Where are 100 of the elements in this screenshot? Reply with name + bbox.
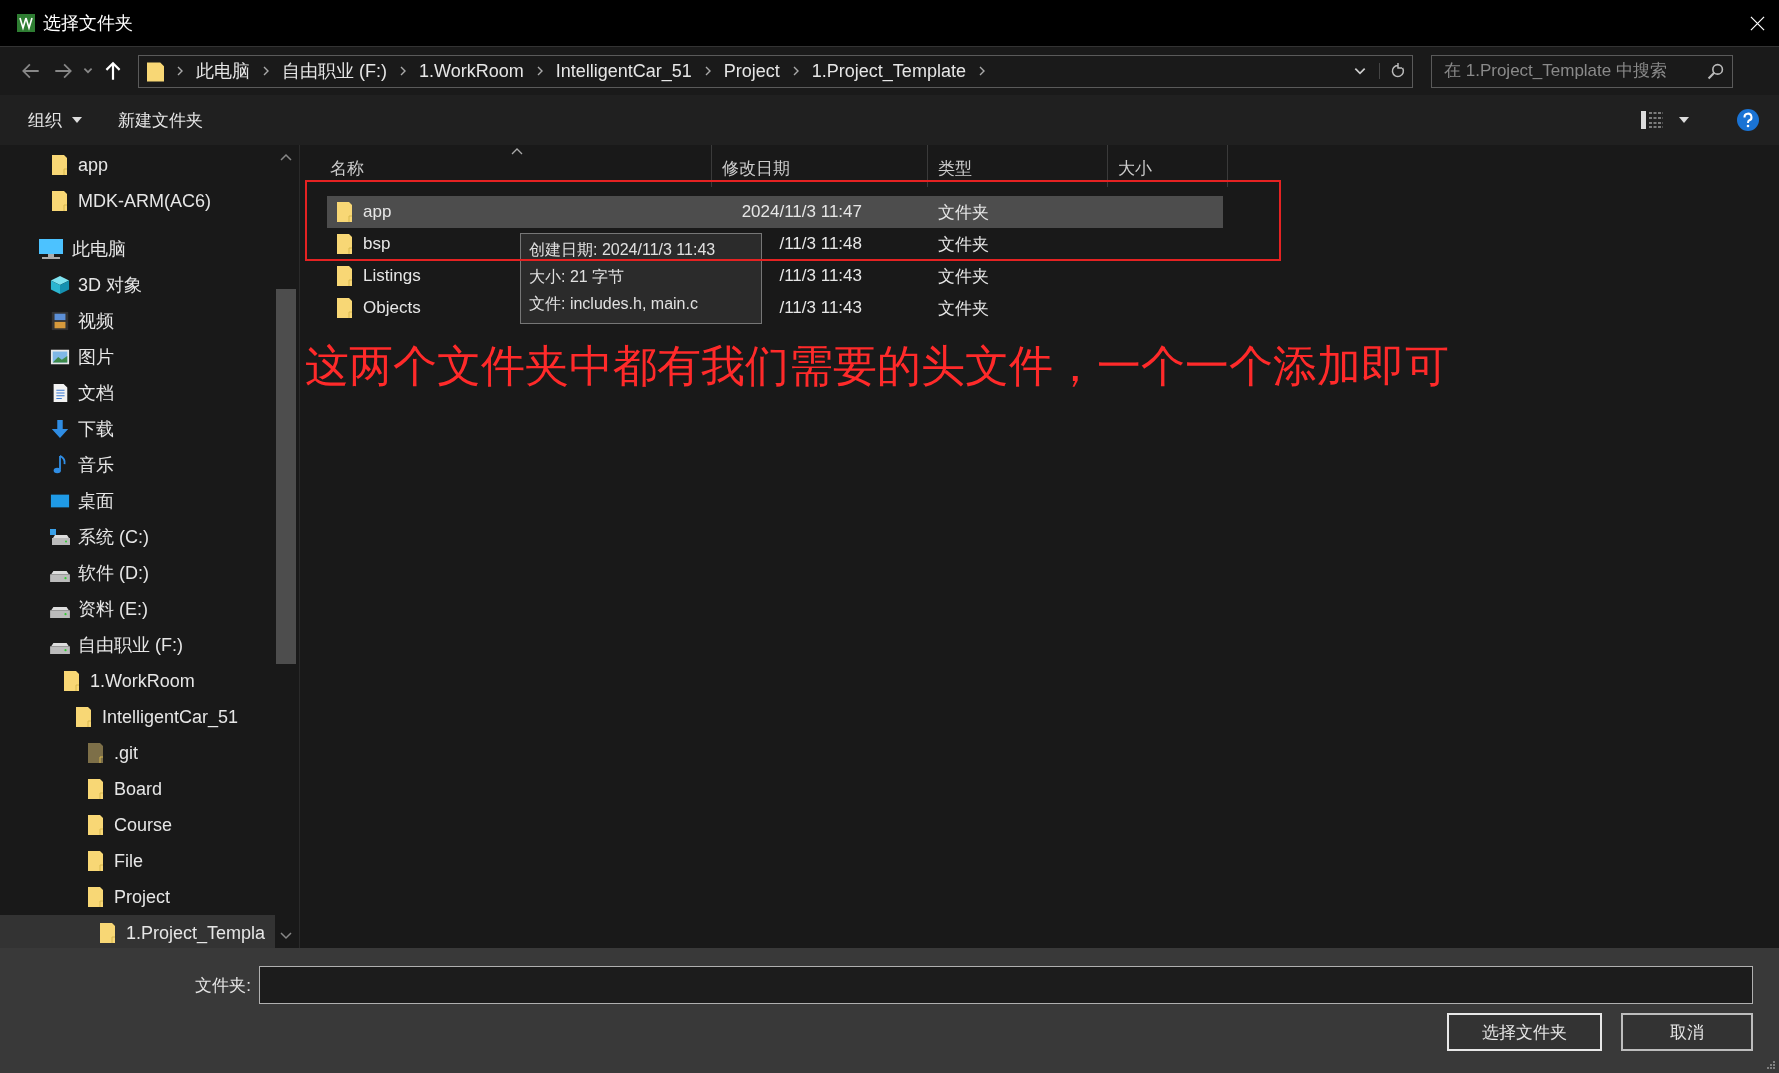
chevron-icon[interactable] [977,65,986,77]
sidebar-item[interactable]: 3D 对象 [0,267,275,303]
sidebar-item[interactable]: .git [0,735,275,771]
breadcrumb-item[interactable]: 自由职业 (F:) [282,59,387,83]
cancel-button[interactable]: 取消 [1621,1013,1753,1051]
sidebar-item[interactable]: 资料 (E:) [0,591,275,627]
chevron-icon[interactable] [176,65,184,77]
sidebar-label: File [114,850,143,872]
sidebar-item[interactable]: 音乐 [0,447,275,483]
breadcrumb-item[interactable]: 此电脑 [196,59,250,83]
folder-icon [335,265,355,287]
sidebar-item[interactable]: app [0,147,275,183]
folder-icon [335,297,355,319]
column-header[interactable]: 修改日期 [712,145,928,187]
sidebar-item[interactable]: Project [0,879,275,915]
organize-button[interactable]: 组织 [20,104,70,136]
file-type: 文件夹 [938,266,989,286]
new-folder-button[interactable]: 新建文件夹 [110,104,211,136]
help-icon[interactable] [1737,109,1759,131]
column-header[interactable]: 类型 [928,145,1108,187]
folder-icon [50,190,70,212]
scrollbar-thumb[interactable] [276,289,296,664]
chevron-icon[interactable] [703,65,712,77]
column-header[interactable]: 名称 [320,145,712,187]
sidebar-label: 软件 (D:) [78,562,149,585]
folder-icon [50,154,70,176]
sidebar-item[interactable]: Board [0,771,275,807]
sidebar-item[interactable]: 软件 (D:) [0,555,275,591]
folder-icon [86,886,106,908]
sidebar-label: 此电脑 [72,238,126,261]
drive-icon [50,606,70,618]
select-folder-button[interactable]: 选择文件夹 [1447,1013,1602,1051]
folder-icon [86,742,106,764]
address-bar[interactable]: 此电脑 自由职业 (F:) 1.WorkRoom IntelligentCar_51 Project 1.Project_Template [138,54,1413,88]
modified-date: /11/3 11:48 [778,234,862,254]
scroll-up-icon[interactable] [280,153,292,161]
breadcrumb-item[interactable]: Project [723,60,780,82]
tooltip-line: 文件: includes.h, main.c [529,294,699,314]
resize-grip-icon[interactable] [1766,1060,1776,1070]
chevron-icon[interactable] [791,65,800,77]
folder-icon [74,706,94,728]
breadcrumb-item[interactable]: 1.Project_Template [811,60,966,82]
sidebar-label: 1.Project_Templa [126,922,266,944]
sidebar-label: .git [114,742,138,764]
sidebar-label: 图片 [78,346,114,369]
breadcrumb-item[interactable]: IntelligentCar_51 [555,60,692,82]
folder-icon [86,778,106,800]
close-icon[interactable] [1750,15,1765,31]
drive-icon [50,642,70,654]
column-header[interactable]: 大小 [1108,145,1228,187]
sidebar-label: MDK-ARM(AC6) [78,190,211,212]
view-options-icon[interactable] [1641,111,1663,129]
sidebar-label: Board [114,778,163,800]
sidebar-item[interactable]: 桌面 [0,483,275,519]
down-arrow-icon [50,418,70,440]
sidebar-item[interactable]: 1.WorkRoom [0,663,275,699]
chevron-icon[interactable] [262,65,270,77]
sidebar-label: 视频 [78,310,114,333]
folder-icon [335,233,355,255]
sidebar-item[interactable]: 此电脑 [0,231,275,267]
file-type: 文件夹 [938,298,989,318]
sidebar-label: app [78,154,109,176]
sidebar-item[interactable]: 系统 (C:) [0,519,275,555]
file-row[interactable]: app 2024/11/3 11:47 文件夹 [327,196,1223,228]
sidebar-item[interactable]: IntelligentCar_51 [0,699,275,735]
sidebar-item[interactable]: 自由职业 (F:) [0,627,275,663]
refresh-icon[interactable] [1379,63,1406,79]
folder-icon [98,922,118,944]
file-type: 文件夹 [938,234,989,254]
sidebar-item[interactable]: 1.Project_Templa [0,915,275,948]
modified-date: /11/3 11:43 [778,298,862,318]
file-name: Listings [363,266,421,286]
chevron-icon[interactable] [399,65,407,77]
sidebar-item[interactable]: 图片 [0,339,275,375]
folder-icon [86,850,106,872]
monitor-icon [38,238,64,260]
app-icon [17,14,35,32]
sidebar-item[interactable]: File [0,843,275,879]
folder-input-field[interactable] [259,966,1753,1004]
sidebar-item[interactable]: 文档 [0,375,275,411]
sidebar-label: 3D 对象 [78,274,142,297]
cube-icon [50,274,70,296]
file-name: Objects [363,298,421,318]
search-field[interactable]: 在 1.Project_Template 中搜索 [1431,54,1733,88]
caret-icon[interactable] [1679,117,1689,123]
search-icon [1707,62,1724,80]
folder-icon [86,814,106,836]
sidebar-label: Project [114,886,171,908]
file-name: bsp [363,234,391,254]
sidebar-item[interactable]: 下载 [0,411,275,447]
scroll-down-icon[interactable] [280,932,292,940]
chevron-icon[interactable] [535,65,544,77]
breadcrumb-item[interactable]: 1.WorkRoom [419,60,524,82]
sidebar-label: 自由职业 (F:) [78,634,183,657]
tooltip-line: 创建日期: 2024/11/3 11:43 [529,240,717,260]
folder-icon [147,60,164,82]
sidebar-item[interactable]: 视频 [0,303,275,339]
sidebar-item[interactable]: MDK-ARM(AC6) [0,183,275,219]
sidebar-item[interactable]: Course [0,807,275,843]
sort-caret-icon [511,148,523,155]
